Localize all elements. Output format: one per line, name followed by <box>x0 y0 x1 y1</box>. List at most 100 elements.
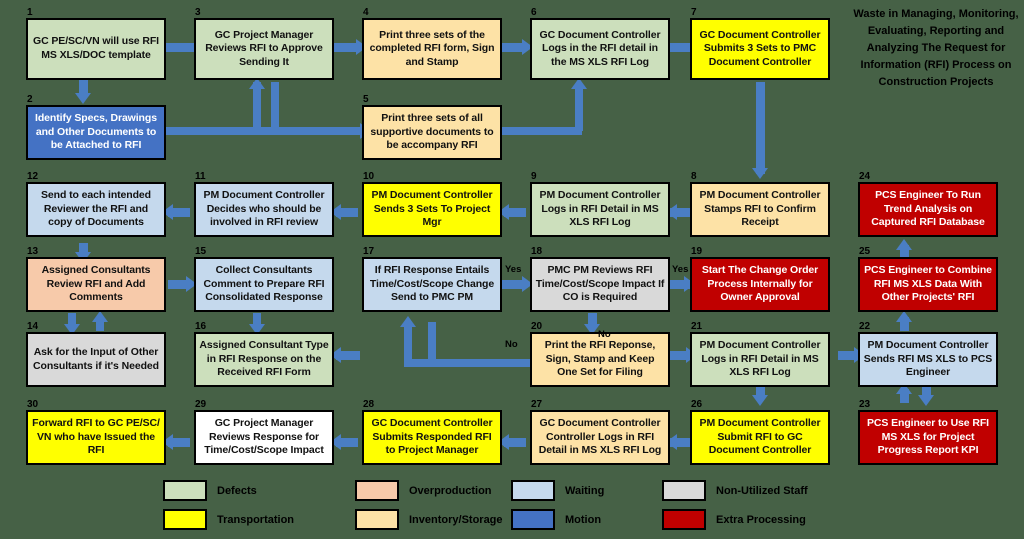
node-24[interactable]: PCS Engineer To Run Trend Analysis on Ca… <box>858 182 998 237</box>
node-number-22: 22 <box>859 321 871 332</box>
node-5[interactable]: Print three sets of all supportive docum… <box>362 105 502 160</box>
node-5-label: Print three sets of all supportive docum… <box>370 112 494 152</box>
node-28[interactable]: GC Document Controller Submits Responded… <box>362 410 502 465</box>
node-18-label: PMC PM Reviews RFI Time/Cost/Scope Impac… <box>535 264 665 304</box>
node-number-30: 30 <box>27 399 39 410</box>
node-number-7: 7 <box>691 7 697 18</box>
node-19-label: Start The Change Order Process Internall… <box>701 264 819 304</box>
node-3-label: GC Project Manager Reviews RFI to Approv… <box>205 28 323 68</box>
node-number-15: 15 <box>195 246 207 257</box>
node-8[interactable]: PM Document Controller Stamps RFI to Con… <box>690 182 830 237</box>
legend-label-transportation: Transportation <box>217 513 295 526</box>
node-2[interactable]: Identify Specs, Drawings and Other Docum… <box>26 105 166 160</box>
arrowhead-25-24 <box>896 239 912 250</box>
arrowhead-7-8 <box>752 168 768 179</box>
node-1-label: GC PE/SC/VN will use RFI MS XLS/DOC temp… <box>33 35 159 61</box>
legend-swatch-waiting <box>511 480 555 501</box>
node-1[interactable]: GC PE/SC/VN will use RFI MS XLS/DOC temp… <box>26 18 166 80</box>
legend-label-overproduction: Overproduction <box>409 484 492 497</box>
arrowhead-16-17 <box>400 316 416 327</box>
page-title: Waste in Managing, Monitoring, Evaluatin… <box>853 8 1019 89</box>
node-30[interactable]: Forward RFI to GC PE/SC/ VN who have Iss… <box>26 410 166 465</box>
connector-7-8 <box>756 82 765 174</box>
legend-item-motion: Motion <box>511 509 601 530</box>
node-26-label: PM Document Controller Submit RFI to GC … <box>699 417 821 457</box>
node-number-2: 2 <box>27 94 33 105</box>
legend-label-waiting: Waiting <box>565 484 605 497</box>
legend-label-extra-processing: Extra Processing <box>716 513 806 526</box>
node-22[interactable]: PM Document Controller Sends RFI MS XLS … <box>858 332 998 387</box>
node-29-label: GC Project Manager Reviews Response for … <box>204 417 324 457</box>
node-number-25: 25 <box>859 246 871 257</box>
legend-swatch-extra-processing <box>662 509 706 530</box>
node-15[interactable]: Collect Consultants Comment to Prepare R… <box>194 257 334 312</box>
connector-2-3-riser <box>253 82 261 130</box>
node-number-27: 27 <box>531 399 543 410</box>
node-number-24: 24 <box>859 171 871 182</box>
node-number-21: 21 <box>691 321 703 332</box>
node-26[interactable]: PM Document Controller Submit RFI to GC … <box>690 410 830 465</box>
edge-label-yes-17-18: Yes <box>505 264 522 275</box>
legend-item-transportation: Transportation <box>163 509 294 530</box>
legend-label-motion: Motion <box>565 513 602 526</box>
node-number-20: 20 <box>531 321 543 332</box>
legend-item-overproduction: Overproduction <box>355 480 492 501</box>
node-19[interactable]: Start The Change Order Process Internall… <box>690 257 830 312</box>
node-25[interactable]: PCS Engineer to Combine RFI MS XLS Data … <box>858 257 998 312</box>
legend-label-non-utilized-staff: Non-Utilized Staff <box>716 484 808 497</box>
node-6-label: GC Document Controller Logs in the RFI d… <box>539 28 661 68</box>
arrowhead-22-23 <box>918 395 934 406</box>
node-3[interactable]: GC Project Manager Reviews RFI to Approv… <box>194 18 334 80</box>
legend-item-non-utilized-staff: Non-Utilized Staff <box>662 480 808 501</box>
node-number-14: 14 <box>27 321 39 332</box>
node-10-label: PM Document Controller Sends 3 Sets To P… <box>371 189 493 229</box>
node-14[interactable]: Ask for the Input of Other Consultants i… <box>26 332 166 387</box>
node-12[interactable]: Send to each intended Reviewer the RFI a… <box>26 182 166 237</box>
node-21[interactable]: PM Document Controller Logs in RFI Detai… <box>690 332 830 387</box>
node-4[interactable]: Print three sets of the completed RFI fo… <box>362 18 502 80</box>
node-number-17: 17 <box>363 246 375 257</box>
node-number-16: 16 <box>195 321 207 332</box>
node-20-label: Print the RFI Reponse, Sign, Stamp and K… <box>544 339 656 379</box>
node-10[interactable]: PM Document Controller Sends 3 Sets To P… <box>362 182 502 237</box>
node-23[interactable]: PCS Engineer to Use RFI MS XLS for Proje… <box>858 410 998 465</box>
node-2-label: Identify Specs, Drawings and Other Docum… <box>35 112 157 152</box>
node-13[interactable]: Assigned Consultants Review RFI and Add … <box>26 257 166 312</box>
legend-swatch-motion <box>511 509 555 530</box>
node-number-12: 12 <box>27 171 39 182</box>
node-number-4: 4 <box>363 7 369 18</box>
legend-swatch-inventory-storage <box>355 509 399 530</box>
node-number-1: 1 <box>27 7 33 18</box>
node-number-8: 8 <box>691 171 697 182</box>
node-number-5: 5 <box>363 94 369 105</box>
node-29[interactable]: GC Project Manager Reviews Response for … <box>194 410 334 465</box>
node-11[interactable]: PM Document Controller Decides who shoul… <box>194 182 334 237</box>
node-16-label: Assigned Consultant Type in RFI Response… <box>199 339 329 379</box>
node-13-label: Assigned Consultants Review RFI and Add … <box>41 264 151 304</box>
node-number-3: 3 <box>195 7 201 18</box>
legend-swatch-transportation <box>163 509 207 530</box>
node-21-label: PM Document Controller Logs in RFI Detai… <box>699 339 821 379</box>
node-24-label: PCS Engineer To Run Trend Analysis on Ca… <box>871 189 985 229</box>
node-17[interactable]: If RFI Response Entails Time/Cost/Scope … <box>362 257 502 312</box>
legend-swatch-non-utilized-staff <box>662 480 706 501</box>
edge-label-yes-18-19: Yes <box>672 264 689 275</box>
node-9[interactable]: PM Document Controller Logs in RFI Detai… <box>530 182 670 237</box>
node-20[interactable]: Print the RFI Reponse, Sign, Stamp and K… <box>530 332 670 387</box>
node-4-label: Print three sets of the completed RFI fo… <box>369 28 495 68</box>
node-16[interactable]: Assigned Consultant Type in RFI Response… <box>194 332 334 387</box>
legend-item-defects: Defects <box>163 480 257 501</box>
legend-label-defects: Defects <box>217 484 257 497</box>
node-7[interactable]: GC Document Controller Submits 3 Sets to… <box>690 18 830 80</box>
flowchart-canvas: 1 GC PE/SC/VN will use RFI MS XLS/DOC te… <box>0 0 1024 539</box>
node-6[interactable]: GC Document Controller Logs in the RFI d… <box>530 18 670 80</box>
edge-label-no-17-20: No <box>505 339 518 350</box>
node-18[interactable]: PMC PM Reviews RFI Time/Cost/Scope Impac… <box>530 257 670 312</box>
node-27[interactable]: GC Document Controller Controller Logs i… <box>530 410 670 465</box>
node-23-label: PCS Engineer to Use RFI MS XLS for Proje… <box>867 417 989 457</box>
legend-swatch-defects <box>163 480 207 501</box>
legend-label-inventory-storage: Inventory/Storage <box>409 513 503 526</box>
legend-item-waiting: Waiting <box>511 480 604 501</box>
node-27-label: GC Document Controller Controller Logs i… <box>538 417 662 457</box>
legend-swatch-overproduction <box>355 480 399 501</box>
